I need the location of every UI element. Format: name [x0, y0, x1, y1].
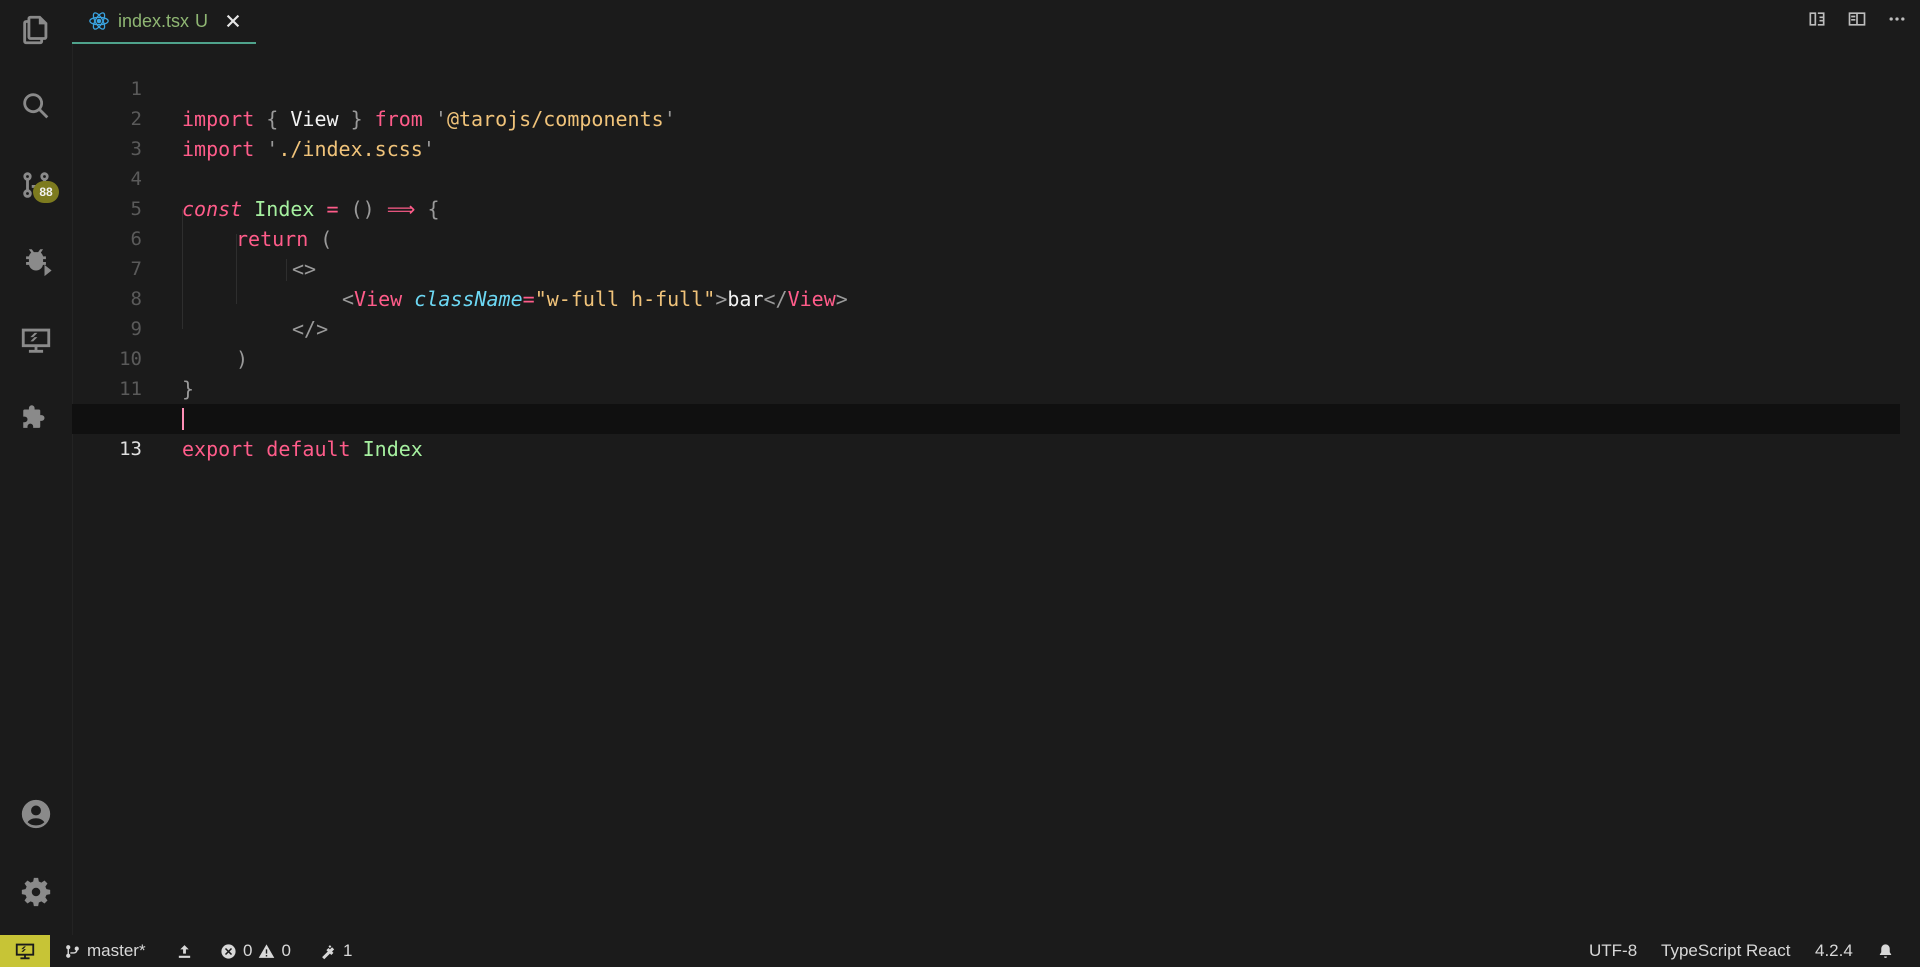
- remote-icon: [15, 943, 35, 960]
- language-label: TypeScript React: [1661, 941, 1791, 960]
- manage-button[interactable]: [0, 862, 72, 922]
- code-line: 10 }: [72, 314, 1900, 401]
- encoding-button[interactable]: UTF-8: [1589, 935, 1637, 967]
- tab-bar: index.tsx U: [72, 0, 1920, 44]
- warning-icon: [259, 943, 275, 958]
- account-icon: [21, 799, 51, 829]
- remote-indicator-button[interactable]: [0, 935, 50, 967]
- explorer-button[interactable]: [0, 0, 72, 60]
- run-debug-button[interactable]: [0, 232, 72, 292]
- activity-bar: 88: [0, 0, 73, 935]
- tools-button[interactable]: 1: [320, 935, 352, 967]
- search-icon: [23, 93, 49, 119]
- open-changes-icon: [1809, 12, 1825, 26]
- token: export: [182, 437, 255, 461]
- code-line: 9 ): [72, 284, 1900, 371]
- error-count: 0: [243, 941, 253, 960]
- language-mode-button[interactable]: TypeScript React: [1661, 935, 1790, 967]
- split-editor-icon: [1848, 12, 1866, 26]
- react-icon: [89, 12, 109, 30]
- encoding-label: UTF-8: [1589, 941, 1638, 960]
- code-line: 1 import { View } from '@tarojs/componen…: [72, 44, 1900, 131]
- remote-explorer-button[interactable]: [0, 310, 72, 370]
- code-line: 2 import './index.scss': [72, 74, 1900, 161]
- code-line: 11: [72, 344, 1900, 400]
- settings-icon: [21, 877, 51, 907]
- line-number: 13: [119, 438, 142, 460]
- files-icon: [23, 15, 48, 45]
- code-line: 8 </>: [72, 254, 1900, 341]
- split-editor-button[interactable]: [1844, 4, 1870, 34]
- warning-count: 0: [281, 941, 291, 960]
- source-control-button[interactable]: 88: [0, 155, 72, 215]
- code-line: 5 return (: [72, 164, 1900, 251]
- version-label: 4.2.4: [1815, 941, 1853, 960]
- notifications-button[interactable]: [1877, 935, 1894, 967]
- code-line: 4 const Index = () ⟹ {: [72, 134, 1900, 221]
- extensions-icon: [23, 405, 45, 428]
- code-line: 12 export default Index: [72, 374, 1900, 461]
- extensions-button[interactable]: [0, 388, 72, 448]
- current-line[interactable]: 13: [72, 404, 1900, 460]
- token: default: [254, 437, 351, 461]
- source-control-badge: 88: [33, 181, 59, 203]
- remote-explorer-icon: [21, 328, 51, 353]
- token: Index: [350, 437, 423, 461]
- debug-icon: [26, 249, 52, 277]
- tools-count: 1: [343, 941, 353, 960]
- close-tab-button[interactable]: [222, 10, 244, 32]
- bell-icon: [1879, 943, 1892, 958]
- typescript-version-button[interactable]: 4.2.4: [1815, 935, 1853, 967]
- code-editor[interactable]: 1 import { View } from '@tarojs/componen…: [72, 44, 1920, 935]
- close-icon: [226, 14, 240, 28]
- problems-button[interactable]: 0 0: [220, 935, 291, 967]
- cloud-upload-icon: [178, 944, 191, 958]
- code-line: 7 <View className="w-full h-full">bar</V…: [72, 224, 1900, 311]
- status-bar: master* 0 0 1 UTF-8 TypeScript React 4.2…: [0, 935, 1920, 967]
- tab-status: U: [195, 10, 209, 31]
- more-icon: [1889, 17, 1905, 21]
- code-line: 6 <>: [72, 194, 1900, 281]
- branch-button[interactable]: master*: [64, 935, 146, 967]
- more-actions-button[interactable]: [1884, 4, 1910, 34]
- text-cursor: [182, 408, 184, 430]
- tab-index-tsx[interactable]: index.tsx U: [72, 0, 256, 44]
- tab-label: index.tsx: [118, 10, 190, 31]
- error-icon: [221, 943, 236, 959]
- publish-button[interactable]: [176, 935, 193, 967]
- tools-icon: [322, 944, 335, 959]
- accounts-button[interactable]: [0, 784, 72, 844]
- git-branch-icon: [66, 944, 79, 958]
- open-changes-button[interactable]: [1804, 4, 1830, 34]
- branch-name: master*: [87, 941, 146, 960]
- code-line: 3: [72, 104, 1900, 160]
- search-button[interactable]: [0, 76, 72, 136]
